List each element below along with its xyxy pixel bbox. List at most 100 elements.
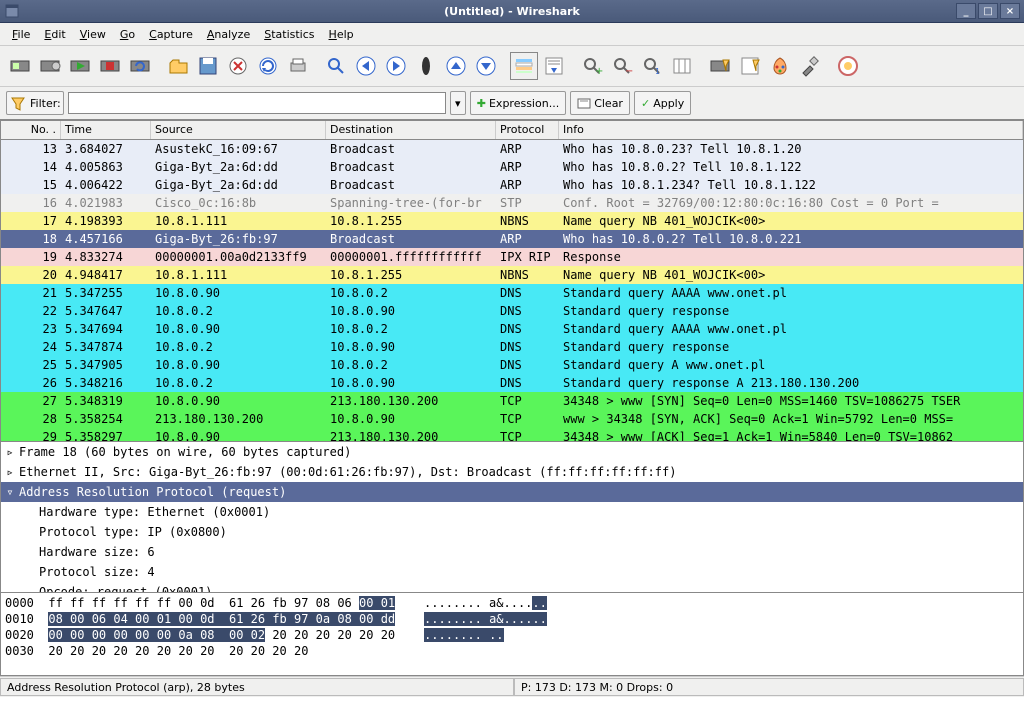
menu-go[interactable]: Go — [114, 26, 141, 43]
tb-zoom-100-icon[interactable]: 1 — [638, 52, 666, 80]
packet-bytes-pane[interactable]: 0000 ff ff ff ff ff ff 00 0d 61 26 fb 97… — [0, 593, 1024, 676]
detail-row[interactable]: ▹Frame 18 (60 bytes on wire, 60 bytes ca… — [1, 442, 1023, 462]
tb-zoom-in-icon[interactable]: + — [578, 52, 606, 80]
tb-reload-icon[interactable] — [254, 52, 282, 80]
packet-row[interactable]: 275.34831910.8.0.90213.180.130.200TCP343… — [1, 392, 1023, 410]
filter-toolbar: Filter: ▾ ✚ Expression... Clear ✓ Apply — [0, 87, 1024, 120]
svg-text:−: − — [625, 66, 633, 77]
packet-row[interactable]: 184.457166Giga-Byt_26:fb:97BroadcastARPW… — [1, 230, 1023, 248]
hex-row[interactable]: 0030 20 20 20 20 20 20 20 20 20 20 20 20 — [5, 643, 1019, 659]
window-menu-icon[interactable] — [4, 3, 20, 19]
tb-start-capture-icon[interactable] — [66, 52, 94, 80]
detail-row[interactable]: ▿Address Resolution Protocol (request) — [1, 482, 1023, 502]
main-toolbar: + − 1 — [0, 46, 1024, 87]
packet-row[interactable]: 204.94841710.8.1.11110.8.1.255NBNSName q… — [1, 266, 1023, 284]
menu-file[interactable]: File — [6, 26, 36, 43]
tb-capture-filters-icon[interactable] — [706, 52, 734, 80]
detail-row[interactable]: Hardware type: Ethernet (0x0001) — [1, 502, 1023, 522]
packet-row[interactable]: 235.34769410.8.0.9010.8.0.2DNSStandard q… — [1, 320, 1023, 338]
title-bar: (Untitled) - Wireshark _ □ × — [0, 0, 1024, 23]
col-no[interactable]: No. . — [1, 121, 61, 139]
window-title: (Untitled) - Wireshark — [0, 5, 1024, 18]
detail-row[interactable]: Protocol type: IP (0x0800) — [1, 522, 1023, 542]
packet-row[interactable]: 245.34787410.8.0.210.8.0.90DNSStandard q… — [1, 338, 1023, 356]
menu-bar: File Edit View Go Capture Analyze Statis… — [0, 23, 1024, 46]
packet-row[interactable]: 144.005863Giga-Byt_2a:6d:ddBroadcastARPW… — [1, 158, 1023, 176]
expression-button[interactable]: ✚ Expression... — [470, 91, 566, 115]
expand-icon[interactable]: ▿ — [5, 485, 15, 499]
packet-row[interactable]: 194.83327400000001.00a0d2133ff900000001.… — [1, 248, 1023, 266]
col-source[interactable]: Source — [151, 121, 326, 139]
packet-row[interactable]: 133.684027AsustekC_16:09:67BroadcastARPW… — [1, 140, 1023, 158]
menu-analyze[interactable]: Analyze — [201, 26, 256, 43]
minimize-button[interactable]: _ — [956, 3, 976, 19]
status-left: Address Resolution Protocol (arp), 28 by… — [0, 678, 514, 696]
tb-print-icon[interactable] — [284, 52, 312, 80]
hex-row[interactable]: 0020 00 00 00 00 00 00 0a 08 00 02 20 20… — [5, 627, 1019, 643]
packet-list-body[interactable]: 133.684027AsustekC_16:09:67BroadcastARPW… — [1, 140, 1023, 441]
col-time[interactable]: Time — [61, 121, 151, 139]
tb-auto-scroll-icon[interactable] — [540, 52, 568, 80]
packet-list-header: No. . Time Source Destination Protocol I… — [1, 121, 1023, 140]
tb-find-icon[interactable] — [322, 52, 350, 80]
tb-go-back-icon[interactable] — [352, 52, 380, 80]
tb-save-icon[interactable] — [194, 52, 222, 80]
packet-row[interactable]: 295.35829710.8.0.90213.180.130.200TCP343… — [1, 428, 1023, 441]
menu-edit[interactable]: Edit — [38, 26, 71, 43]
filter-input[interactable] — [72, 96, 442, 111]
tb-go-to-packet-icon[interactable] — [412, 52, 440, 80]
expand-icon[interactable]: ▹ — [5, 465, 15, 479]
filter-dropdown-button[interactable]: ▾ — [450, 91, 466, 115]
tb-zoom-out-icon[interactable]: − — [608, 52, 636, 80]
tb-go-first-icon[interactable] — [442, 52, 470, 80]
tb-go-last-icon[interactable] — [472, 52, 500, 80]
packet-row[interactable]: 174.19839310.8.1.11110.8.1.255NBNSName q… — [1, 212, 1023, 230]
packet-row[interactable]: 225.34764710.8.0.210.8.0.90DNSStandard q… — [1, 302, 1023, 320]
maximize-button[interactable]: □ — [978, 3, 998, 19]
col-destination[interactable]: Destination — [326, 121, 496, 139]
detail-row[interactable]: Opcode: request (0x0001) — [1, 582, 1023, 593]
tb-colorize-icon[interactable] — [510, 52, 538, 80]
menu-capture[interactable]: Capture — [143, 26, 199, 43]
clear-button[interactable]: Clear — [570, 91, 630, 115]
status-right: P: 173 D: 173 M: 0 Drops: 0 — [514, 678, 1024, 696]
packet-list-pane: No. . Time Source Destination Protocol I… — [0, 120, 1024, 442]
col-protocol[interactable]: Protocol — [496, 121, 559, 139]
detail-row[interactable]: ▹Ethernet II, Src: Giga-Byt_26:fb:97 (00… — [1, 462, 1023, 482]
tb-open-icon[interactable] — [164, 52, 192, 80]
close-button[interactable]: × — [1000, 3, 1020, 19]
tb-options-icon[interactable] — [36, 52, 64, 80]
tb-close-icon[interactable] — [224, 52, 252, 80]
col-info[interactable]: Info — [559, 121, 1023, 139]
packet-row[interactable]: 285.358254213.180.130.20010.8.0.90TCPwww… — [1, 410, 1023, 428]
svg-text:1: 1 — [655, 67, 660, 76]
menu-view[interactable]: View — [74, 26, 112, 43]
tb-go-forward-icon[interactable] — [382, 52, 410, 80]
packet-row[interactable]: 255.34790510.8.0.9010.8.0.2DNSStandard q… — [1, 356, 1023, 374]
detail-row[interactable]: Hardware size: 6 — [1, 542, 1023, 562]
tb-stop-capture-icon[interactable] — [96, 52, 124, 80]
tb-coloring-rules-icon[interactable] — [766, 52, 794, 80]
hex-row[interactable]: 0010 08 00 06 04 00 01 00 0d 61 26 fb 97… — [5, 611, 1019, 627]
expand-icon[interactable]: ▹ — [5, 445, 15, 459]
filter-button[interactable]: Filter: — [6, 91, 64, 115]
status-bar: Address Resolution Protocol (arp), 28 by… — [0, 676, 1024, 697]
tb-restart-capture-icon[interactable] — [126, 52, 154, 80]
packet-details-pane[interactable]: ▹Frame 18 (60 bytes on wire, 60 bytes ca… — [0, 442, 1024, 593]
menu-help[interactable]: Help — [323, 26, 360, 43]
menu-statistics[interactable]: Statistics — [258, 26, 320, 43]
plus-icon: ✚ — [477, 97, 486, 110]
filter-input-wrap — [68, 92, 446, 114]
tb-preferences-icon[interactable] — [796, 52, 824, 80]
detail-row[interactable]: Protocol size: 4 — [1, 562, 1023, 582]
packet-row[interactable]: 265.34821610.8.0.210.8.0.90DNSStandard q… — [1, 374, 1023, 392]
packet-row[interactable]: 164.021983Cisco_0c:16:8bSpanning-tree-(f… — [1, 194, 1023, 212]
packet-row[interactable]: 154.006422Giga-Byt_2a:6d:ddBroadcastARPW… — [1, 176, 1023, 194]
packet-row[interactable]: 215.34725510.8.0.9010.8.0.2DNSStandard q… — [1, 284, 1023, 302]
tb-display-filters-icon[interactable] — [736, 52, 764, 80]
hex-row[interactable]: 0000 ff ff ff ff ff ff 00 0d 61 26 fb 97… — [5, 595, 1019, 611]
tb-interfaces-icon[interactable] — [6, 52, 34, 80]
apply-button[interactable]: ✓ Apply — [634, 91, 691, 115]
tb-resize-columns-icon[interactable] — [668, 52, 696, 80]
tb-help-icon[interactable] — [834, 52, 862, 80]
